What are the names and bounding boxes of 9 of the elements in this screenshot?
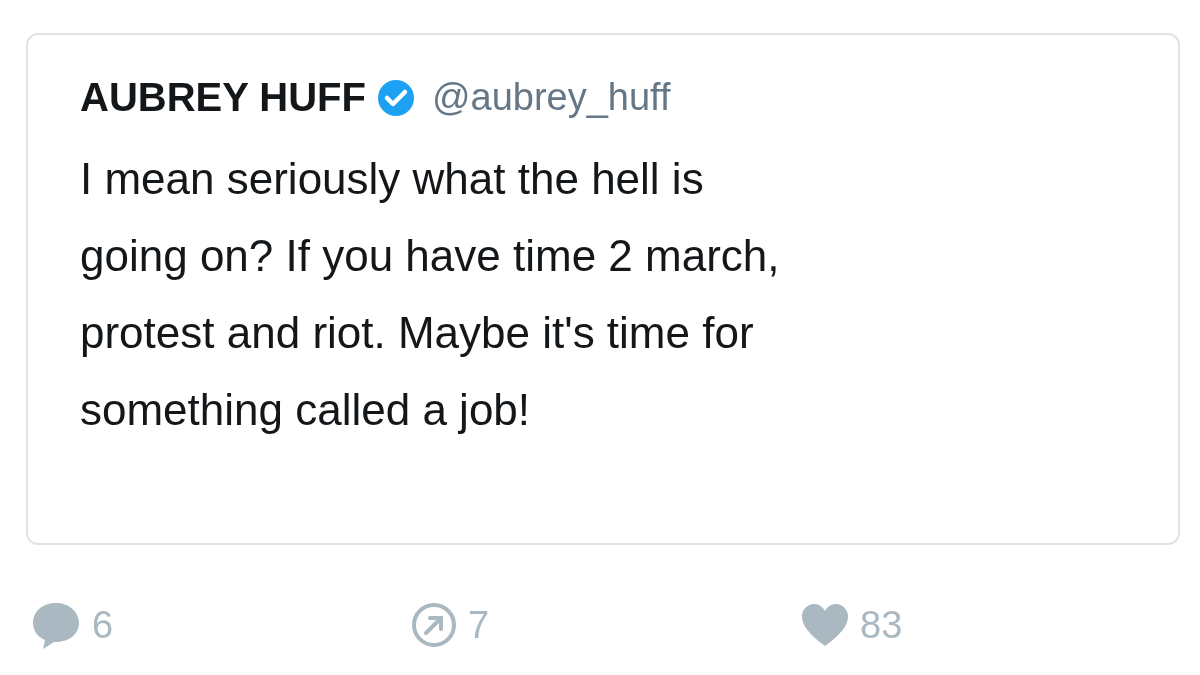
author-name: AUBREY HUFF <box>80 75 366 120</box>
action-count: 7 <box>468 603 490 647</box>
action-count: 6 <box>92 603 114 647</box>
arrow-circle-icon[interactable] <box>410 601 458 649</box>
heart-icon[interactable] <box>800 602 850 648</box>
author-handle: @aubrey_huff <box>431 76 671 119</box>
action-count: 83 <box>860 603 903 647</box>
speech-bubble-icon[interactable] <box>30 600 82 650</box>
tweet-text: I mean seriously what the hell is going on? If you have time 2 march, protest and riot. Maybe it's time for something called a job! <box>80 153 781 436</box>
